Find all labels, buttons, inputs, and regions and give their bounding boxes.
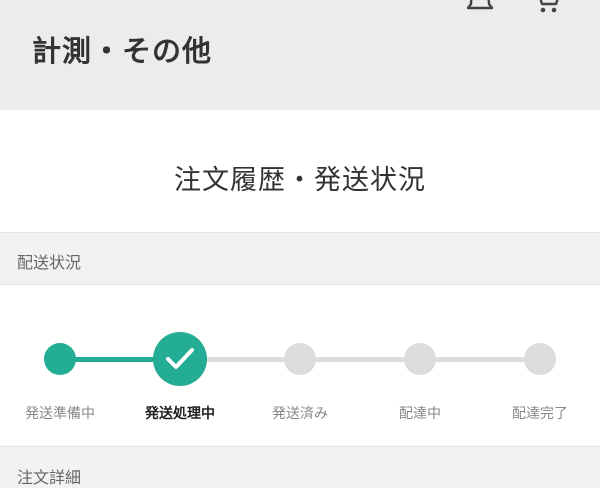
page-title-card: 注文履歴・発送状況 <box>0 110 600 232</box>
section-label: 注文詳細 <box>17 468 82 487</box>
cart-icon[interactable] <box>532 0 562 14</box>
step-label-3: 発送済み <box>272 406 328 422</box>
check-icon <box>166 348 194 369</box>
section-header-order-details: 注文詳細 <box>0 446 600 488</box>
step-dot-4 <box>404 343 436 375</box>
step-dot-2-current <box>153 332 207 386</box>
step-dot-1 <box>44 343 76 375</box>
step-dot-3 <box>284 343 316 375</box>
page-title: 注文履歴・発送状況 <box>174 165 426 196</box>
header-title: 計測・その他 <box>32 34 213 68</box>
section-header-shipping-status: 配送状況 <box>0 232 600 284</box>
progress-track-remaining <box>180 357 540 362</box>
app-header: 計測・その他 <box>0 0 600 110</box>
step-label-1: 発送準備中 <box>25 406 95 422</box>
step-label-4: 配達中 <box>399 406 441 422</box>
shipping-progress-tracker: 発送準備中 発送処理中 発送済み 配達中 配達完了 <box>0 284 600 446</box>
section-label: 配送状況 <box>17 253 82 272</box>
step-label-5: 配達完了 <box>512 406 568 422</box>
step-dot-5 <box>524 343 556 375</box>
bell-icon[interactable] <box>465 0 495 14</box>
step-label-2: 発送処理中 <box>145 406 215 422</box>
